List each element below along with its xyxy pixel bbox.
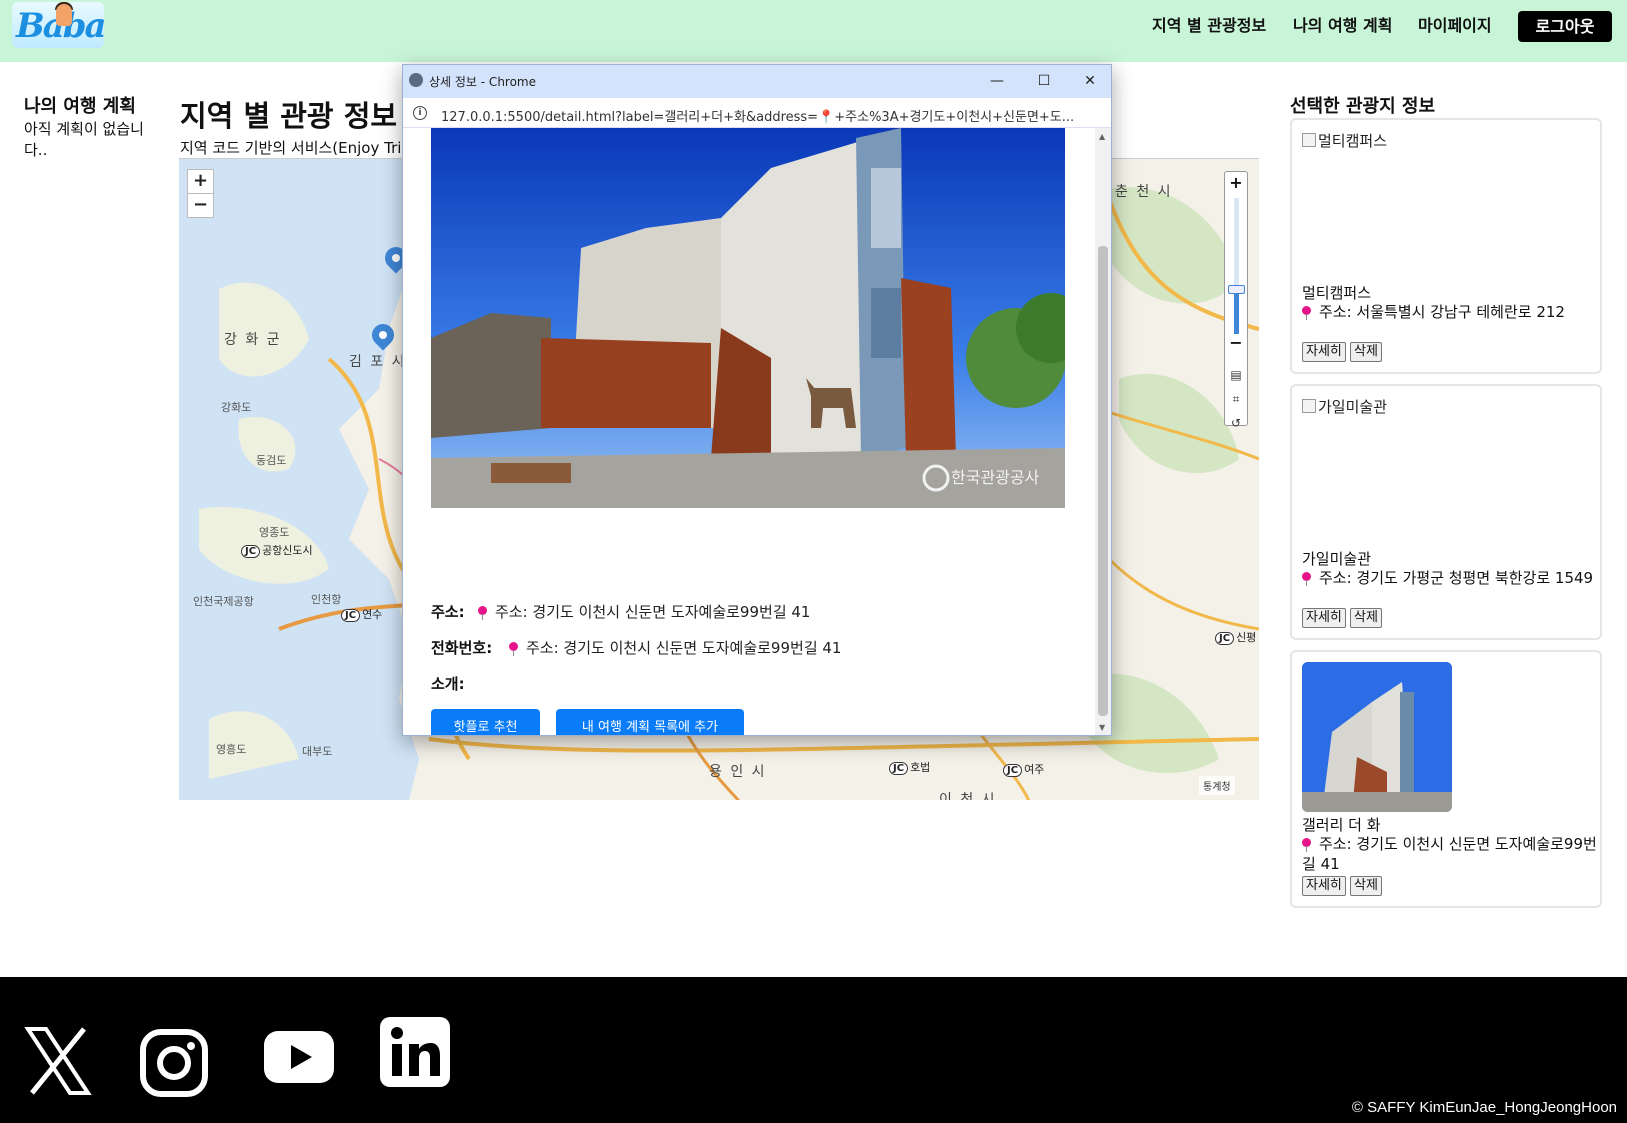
pin-icon xyxy=(1302,306,1311,320)
detail-image: 한국관광공사 xyxy=(431,128,1065,508)
spot-thumbnail-graphic xyxy=(1302,662,1452,812)
map-label: 이 천 시 xyxy=(939,792,997,800)
map-jc-label: JC 공항신도시 xyxy=(241,542,313,558)
map-jc-label: JC 여주 xyxy=(1003,761,1044,777)
map-label-small: 영종도 xyxy=(259,526,290,539)
add-to-plan-button[interactable]: 내 여행 계획 목록에 추가 xyxy=(556,709,744,735)
detail-popup-window: 상세 정보 - Chrome — ☐ ✕ i 127.0.0.1:5500/de… xyxy=(402,64,1112,736)
map-fullscreen-icon[interactable]: ⌗ xyxy=(1228,392,1244,406)
nav-mypage[interactable]: 마이페이지 xyxy=(1418,12,1492,36)
detail-phone-value: 주소: 경기도 이천시 신둔면 도자예술로99번길 41 xyxy=(509,637,841,658)
pin-icon xyxy=(1302,572,1311,586)
map-label-small: 영흥도 xyxy=(216,743,247,756)
scroll-thumb[interactable] xyxy=(1098,246,1108,716)
x-icon[interactable] xyxy=(24,1027,92,1095)
popup-url[interactable]: 127.0.0.1:5500/detail.html?label=갤러리+더+화… xyxy=(441,106,1091,125)
spot-delete-button[interactable]: 삭제 xyxy=(1350,342,1382,362)
map-label-small: 대부도 xyxy=(302,745,333,758)
detail-intro-label: 소개: xyxy=(431,675,465,693)
zoombar-knob[interactable] xyxy=(1228,285,1245,294)
recommend-hotplace-button[interactable]: 핫플로 추천 xyxy=(431,709,540,735)
detail-phone-label: 전화번호: xyxy=(431,639,493,657)
minimize-icon[interactable]: — xyxy=(982,70,1012,92)
my-plan-empty-text: 아직 계획이 없습니다.. xyxy=(24,120,144,159)
map-label: 김 포 시 xyxy=(349,354,407,370)
map-reset-icon[interactable]: ↺ xyxy=(1228,416,1244,430)
map-type-icon[interactable]: ▤ xyxy=(1228,368,1244,382)
spot-detail-button[interactable]: 자세히 xyxy=(1302,876,1346,896)
spot-card: 가일미술관 가일미술관 주소: 경기도 가평군 청평면 북한강로 1549 자세… xyxy=(1290,384,1602,640)
zoombar-plus-button[interactable]: + xyxy=(1225,172,1247,194)
map-jc-label: JC 신평 xyxy=(1215,629,1256,645)
popup-titlebar[interactable]: 상세 정보 - Chrome — ☐ ✕ xyxy=(403,65,1111,98)
spot-address: 주소: 서울특별시 강남구 테헤란로 212 xyxy=(1302,302,1597,322)
popup-scrollbar[interactable]: ▲ ▼ xyxy=(1095,128,1111,735)
maximize-icon[interactable]: ☐ xyxy=(1029,70,1059,92)
my-plan-title: 나의 여행 계획 xyxy=(24,96,136,117)
zoombar-minus-button[interactable]: − xyxy=(1225,332,1247,354)
spot-delete-button[interactable]: 삭제 xyxy=(1350,608,1382,628)
spot-thumbnail xyxy=(1302,662,1452,812)
spot-address: 주소: 경기도 가평군 청평면 북한강로 1549 xyxy=(1302,568,1597,588)
spot-name: 멀티캠퍼스 xyxy=(1302,284,1372,302)
map-label: 춘 천 시 xyxy=(1115,184,1173,200)
spot-name: 갤러리 더 화 xyxy=(1302,816,1381,834)
page-title: 지역 별 관광 정보 xyxy=(180,99,398,133)
detail-address-value: 주소: 경기도 이천시 신둔면 도자예술로99번길 41 xyxy=(478,601,810,622)
spot-detail-button[interactable]: 자세히 xyxy=(1302,342,1346,362)
header: Baba 지역 별 관광정보 나의 여행 계획 마이페이지 로그아웃 xyxy=(0,0,1627,62)
chrome-globe-icon xyxy=(409,73,423,87)
nav-my-plan[interactable]: 나의 여행 계획 xyxy=(1293,12,1392,36)
map-label-small: 인천항 xyxy=(311,593,342,606)
site-logo[interactable]: Baba xyxy=(12,2,104,48)
spot-card: 갤러리 더 화 주소: 경기도 이천시 신둔면 도자예술로99번길 41 자세히… xyxy=(1290,650,1602,908)
logout-button[interactable]: 로그아웃 xyxy=(1518,11,1612,42)
spot-delete-button[interactable]: 삭제 xyxy=(1350,876,1382,896)
map-attribution: 통계청 xyxy=(1199,776,1235,795)
scroll-down-icon[interactable]: ▼ xyxy=(1099,723,1105,732)
page-subtitle: 지역 코드 기반의 서비스(Enjoy Trip) xyxy=(180,139,400,157)
popup-window-title: 상세 정보 - Chrome xyxy=(429,75,537,89)
footer: © SAFFY KimEunJae_HongJeongHoon xyxy=(0,977,1627,1123)
map-zoom-out-button[interactable]: − xyxy=(187,193,214,218)
logo-mascot xyxy=(56,4,72,26)
instagram-icon[interactable] xyxy=(140,1029,208,1097)
selected-spots-title: 선택한 관광지 정보 xyxy=(1290,96,1436,117)
spot-name: 가일미술관 xyxy=(1302,550,1372,568)
map-label: 용 인 시 xyxy=(709,764,767,780)
map-jc-label: JC 호법 xyxy=(889,759,930,775)
pin-icon xyxy=(1302,838,1311,852)
map-label-small: 강화도 xyxy=(221,401,252,414)
pin-icon xyxy=(478,606,487,620)
site-info-icon[interactable]: i xyxy=(413,106,427,120)
spot-address: 주소: 경기도 이천시 신둔면 도자예술로99번길 41 xyxy=(1302,835,1597,873)
image-watermark: 한국관광공사 xyxy=(951,468,1040,487)
broken-image: 멀티캠퍼스 xyxy=(1302,130,1387,151)
footer-copyright: © SAFFY KimEunJae_HongJeongHoon xyxy=(1351,1099,1617,1116)
map-jc-label: JC 연수 xyxy=(341,606,382,622)
youtube-icon[interactable] xyxy=(264,1031,334,1083)
map-zoom-in-button[interactable]: + xyxy=(187,169,214,194)
detail-address-label: 주소: xyxy=(431,603,465,621)
popup-content: 한국관광공사 주소: 주소: 경기도 이천시 신둔면 도자예술로99번길 41 … xyxy=(403,128,1095,735)
linkedin-icon[interactable] xyxy=(380,1017,450,1087)
spot-detail-button[interactable]: 자세히 xyxy=(1302,608,1346,628)
pin-icon xyxy=(509,642,518,656)
detail-image-graphic: 한국관광공사 xyxy=(431,128,1065,508)
map-label-small: 동검도 xyxy=(256,454,287,467)
scroll-up-icon[interactable]: ▲ xyxy=(1099,132,1105,141)
map-label: 강 화 군 xyxy=(224,332,282,348)
map-label-small: 인천국제공항 xyxy=(193,595,254,608)
nav-region-info[interactable]: 지역 별 관광정보 xyxy=(1152,12,1266,36)
map-zoom-control[interactable]: + − ▤ ⌗ ↺ xyxy=(1224,171,1248,430)
broken-image: 가일미술관 xyxy=(1302,396,1387,417)
popup-address-bar[interactable]: i 127.0.0.1:5500/detail.html?label=갤러리+더… xyxy=(403,98,1111,128)
zoombar-fill xyxy=(1234,292,1239,334)
close-icon[interactable]: ✕ xyxy=(1075,70,1105,92)
spot-card: 멀티캠퍼스 멀티캠퍼스 주소: 서울특별시 강남구 테헤란로 212 자세히 삭… xyxy=(1290,118,1602,374)
